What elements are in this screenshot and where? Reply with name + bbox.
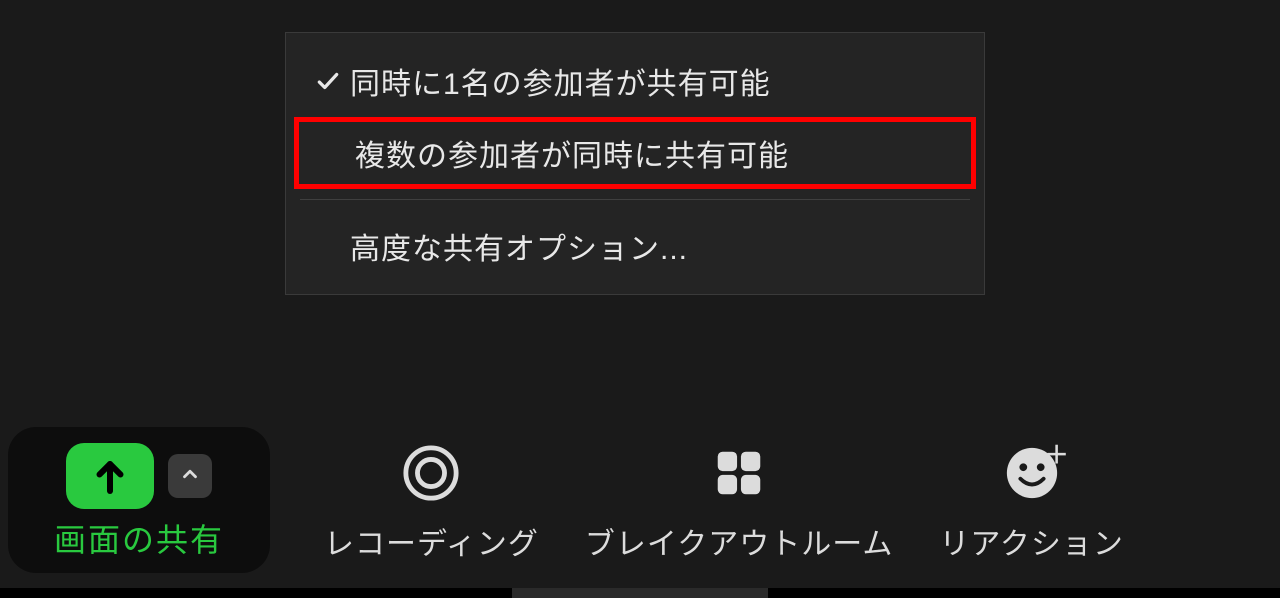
share-screen-label: 画面の共有	[54, 515, 224, 561]
share-options-dropdown-button[interactable]	[168, 454, 212, 498]
plus-badge-icon: ＋	[1045, 435, 1069, 470]
chevron-up-icon	[179, 463, 201, 490]
menu-item-one-participant[interactable]: 同時に1名の参加者が共有可能	[286, 45, 984, 117]
menu-item-label: 複数の参加者が同時に共有可能	[355, 131, 951, 175]
menu-item-label: 高度な共有オプション...	[350, 224, 956, 268]
record-icon	[402, 437, 460, 509]
breakout-icon	[710, 437, 768, 509]
record-button[interactable]: レコーディング	[324, 437, 539, 563]
menu-separator	[300, 199, 970, 200]
record-label: レコーディング	[324, 519, 539, 563]
smile-icon: ＋	[1003, 437, 1061, 509]
share-top-row	[66, 443, 212, 509]
share-screen-group: 画面の共有	[8, 427, 270, 573]
check-icon	[306, 68, 350, 94]
reactions-label: リアクション	[939, 519, 1124, 563]
menu-item-label: 同時に1名の参加者が共有可能	[350, 59, 956, 103]
share-options-menu: 同時に1名の参加者が共有可能 複数の参加者が同時に共有可能 高度な共有オプション…	[285, 32, 985, 295]
menu-item-advanced-options[interactable]: 高度な共有オプション...	[286, 210, 984, 282]
breakout-label: ブレイクアウトルーム	[585, 519, 894, 563]
bottom-edge-strip	[0, 588, 1280, 598]
share-screen-button[interactable]	[66, 443, 154, 509]
breakout-rooms-button[interactable]: ブレイクアウトルーム	[585, 437, 894, 563]
reactions-button[interactable]: ＋ リアクション	[939, 437, 1124, 563]
share-arrow-up-icon	[92, 455, 128, 497]
menu-item-multiple-participants[interactable]: 複数の参加者が同時に共有可能	[294, 117, 976, 189]
meeting-toolbar: 画面の共有 レコーディング ブレイクアウトルーム	[0, 408, 1280, 598]
